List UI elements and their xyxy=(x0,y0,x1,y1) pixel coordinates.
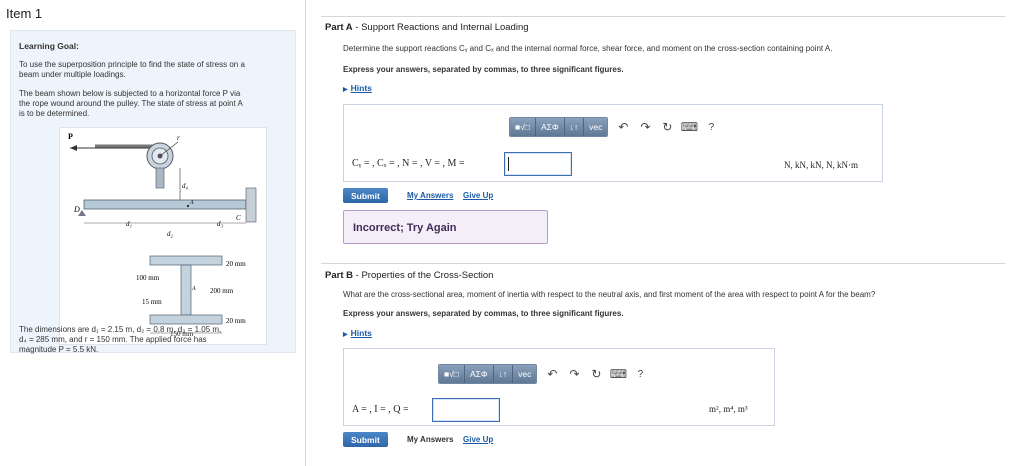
label-C: C xyxy=(236,214,241,222)
part-b-toolbar: ■√□ AΣΦ ↓↑ vec ↶ ↷ ↻ ⌨ ? xyxy=(438,364,651,384)
expand-triangle-icon: ▶ xyxy=(343,332,348,338)
feedback-text: Incorrect; Try Again xyxy=(353,222,457,234)
part-a-divider xyxy=(321,16,1005,17)
web xyxy=(180,264,192,316)
part-b-divider xyxy=(321,263,1005,264)
redo-icon[interactable]: ↷ xyxy=(634,117,656,137)
part-b-units: m², m⁴, m³ xyxy=(709,404,748,414)
pulley-post xyxy=(155,167,165,189)
label-dim-20-bottom: 20 mm xyxy=(226,317,246,325)
description-line: the rope wound around the pulley. The st… xyxy=(19,99,243,108)
beam-diagram-svg: P r d₄ D A C d₁ d₂ d₃ 20 mm 100 mm 200 m… xyxy=(68,132,257,338)
label-dim-100: 100 mm xyxy=(136,274,160,282)
label-d3: d₃ xyxy=(217,220,224,228)
keyboard-icon[interactable]: ⌨ xyxy=(607,364,629,384)
feedback-message: Incorrect; Try Again xyxy=(343,210,548,244)
templates-button[interactable]: ■√□ xyxy=(439,365,465,383)
top-flange xyxy=(149,255,223,266)
greek-button[interactable]: AΣΦ xyxy=(464,365,494,383)
part-a-expression: Cᵧ = , Cₓ = , N = , V = , M = xyxy=(352,158,465,169)
reset-icon[interactable]: ↻ xyxy=(656,117,678,137)
part-a-submit-button[interactable]: Submit xyxy=(343,188,388,203)
description-line: The beam shown below is subjected to a h… xyxy=(19,89,241,98)
math-buttons: ■√□ AΣΦ ↓↑ vec xyxy=(509,117,609,137)
text-cursor xyxy=(508,157,509,171)
part-b-question: What are the cross-sectional area, momen… xyxy=(343,290,876,299)
undo-icon[interactable]: ↶ xyxy=(541,364,563,384)
greek-button[interactable]: AΣΦ xyxy=(535,118,565,136)
label-A-section: A xyxy=(191,286,196,292)
expand-triangle-icon: ▶ xyxy=(343,87,348,93)
part-b-answer-input[interactable] xyxy=(432,398,500,422)
part-b-my-answers-link[interactable]: My Answers xyxy=(407,435,453,444)
label-d4: d₄ xyxy=(182,182,189,190)
label-D: D xyxy=(73,205,80,214)
keyboard-icon[interactable]: ⌨ xyxy=(678,117,700,137)
part-b-heading: Properties of the Cross-Section xyxy=(361,270,494,281)
label-r: r xyxy=(177,134,180,142)
part-a-label: Part A xyxy=(325,22,353,33)
part-b-title: Part B - Properties of the Cross-Section xyxy=(325,270,494,281)
label-P: P xyxy=(68,132,73,141)
part-a-instruction: Express your answers, separated by comma… xyxy=(343,65,624,74)
bottom-flange xyxy=(149,314,223,325)
part-a-heading: Support Reactions and Internal Loading xyxy=(361,22,529,33)
item-title: Item 1 xyxy=(6,6,43,21)
description-line: is to be determined. xyxy=(19,109,90,118)
part-a-answer-box: ■√□ AΣΦ ↓↑ vec ↶ ↷ ↻ ⌨ ? Cᵧ = , Cₓ = , N… xyxy=(343,104,883,182)
wall-C xyxy=(245,187,257,223)
redo-icon[interactable]: ↷ xyxy=(563,364,585,384)
force-arrowhead xyxy=(70,145,77,151)
learning-goal-heading: Learning Goal: xyxy=(19,41,79,51)
beam-diagram: P r d₄ D A C d₁ d₂ d₃ 20 mm 100 mm 200 m… xyxy=(59,127,267,345)
part-a-hints-link[interactable]: ▶ Hints xyxy=(343,83,372,93)
learning-goal-panel: Learning Goal: To use the superposition … xyxy=(10,30,296,354)
label-A: A xyxy=(189,200,194,206)
undo-icon[interactable]: ↶ xyxy=(612,117,634,137)
part-b-instruction: Express your answers, separated by comma… xyxy=(343,309,624,318)
subscript-button[interactable]: ↓↑ xyxy=(564,118,585,136)
label-d1: d₁ xyxy=(126,220,132,228)
help-button[interactable]: ? xyxy=(629,364,651,384)
point-A-marker xyxy=(186,204,190,208)
part-a-answer-input[interactable] xyxy=(504,152,572,176)
goal-text-line: beam under multiple loadings. xyxy=(19,70,126,79)
part-a-toolbar: ■√□ AΣΦ ↓↑ vec ↶ ↷ ↻ ⌨ ? xyxy=(509,117,722,137)
part-a-title: Part A - Support Reactions and Internal … xyxy=(325,22,529,33)
problem-column: Item 1 Learning Goal: To use the superpo… xyxy=(0,0,306,466)
goal-text-line: To use the superposition principle to fi… xyxy=(19,60,245,69)
beam xyxy=(83,199,247,210)
subscript-button[interactable]: ↓↑ xyxy=(493,365,514,383)
part-b-give-up-link[interactable]: Give Up xyxy=(463,435,493,444)
templates-button[interactable]: ■√□ xyxy=(510,118,536,136)
part-a-units: N, kN, kN, N, kN·m xyxy=(784,160,858,170)
part-b-expression: A = , I = , Q = xyxy=(352,404,409,415)
dimensions-line: The dimensions are d₁ = 2.15 m, d₂ = 0.8… xyxy=(19,325,222,334)
part-b-hints-link[interactable]: ▶ Hints xyxy=(343,328,372,338)
part-b-submit-button[interactable]: Submit xyxy=(343,432,388,447)
vec-button[interactable]: vec xyxy=(584,118,608,136)
label-dim-200: 200 mm xyxy=(210,287,234,295)
dimensions-line: magnitude P = 5.5 kN. xyxy=(19,345,99,354)
help-button[interactable]: ? xyxy=(700,117,722,137)
part-a-give-up-link[interactable]: Give Up xyxy=(463,191,493,200)
label-d2: d₂ xyxy=(167,230,174,238)
vec-button[interactable]: vec xyxy=(513,365,537,383)
part-a-question: Determine the support reactions Cᵧ and C… xyxy=(343,44,833,53)
label-dim-20-top: 20 mm xyxy=(226,260,246,268)
part-a-my-answers-link[interactable]: My Answers xyxy=(407,191,453,200)
math-buttons: ■√□ AΣΦ ↓↑ vec xyxy=(438,364,538,384)
reset-icon[interactable]: ↻ xyxy=(585,364,607,384)
label-dim-15: 15 mm xyxy=(142,298,162,306)
part-b-label: Part B xyxy=(325,270,353,281)
dimensions-line: d₄ = 285 mm, and r = 150 mm. The applied… xyxy=(19,335,207,344)
part-b-answer-box: ■√□ AΣΦ ↓↑ vec ↶ ↷ ↻ ⌨ ? A = , I = , Q =… xyxy=(343,348,775,426)
